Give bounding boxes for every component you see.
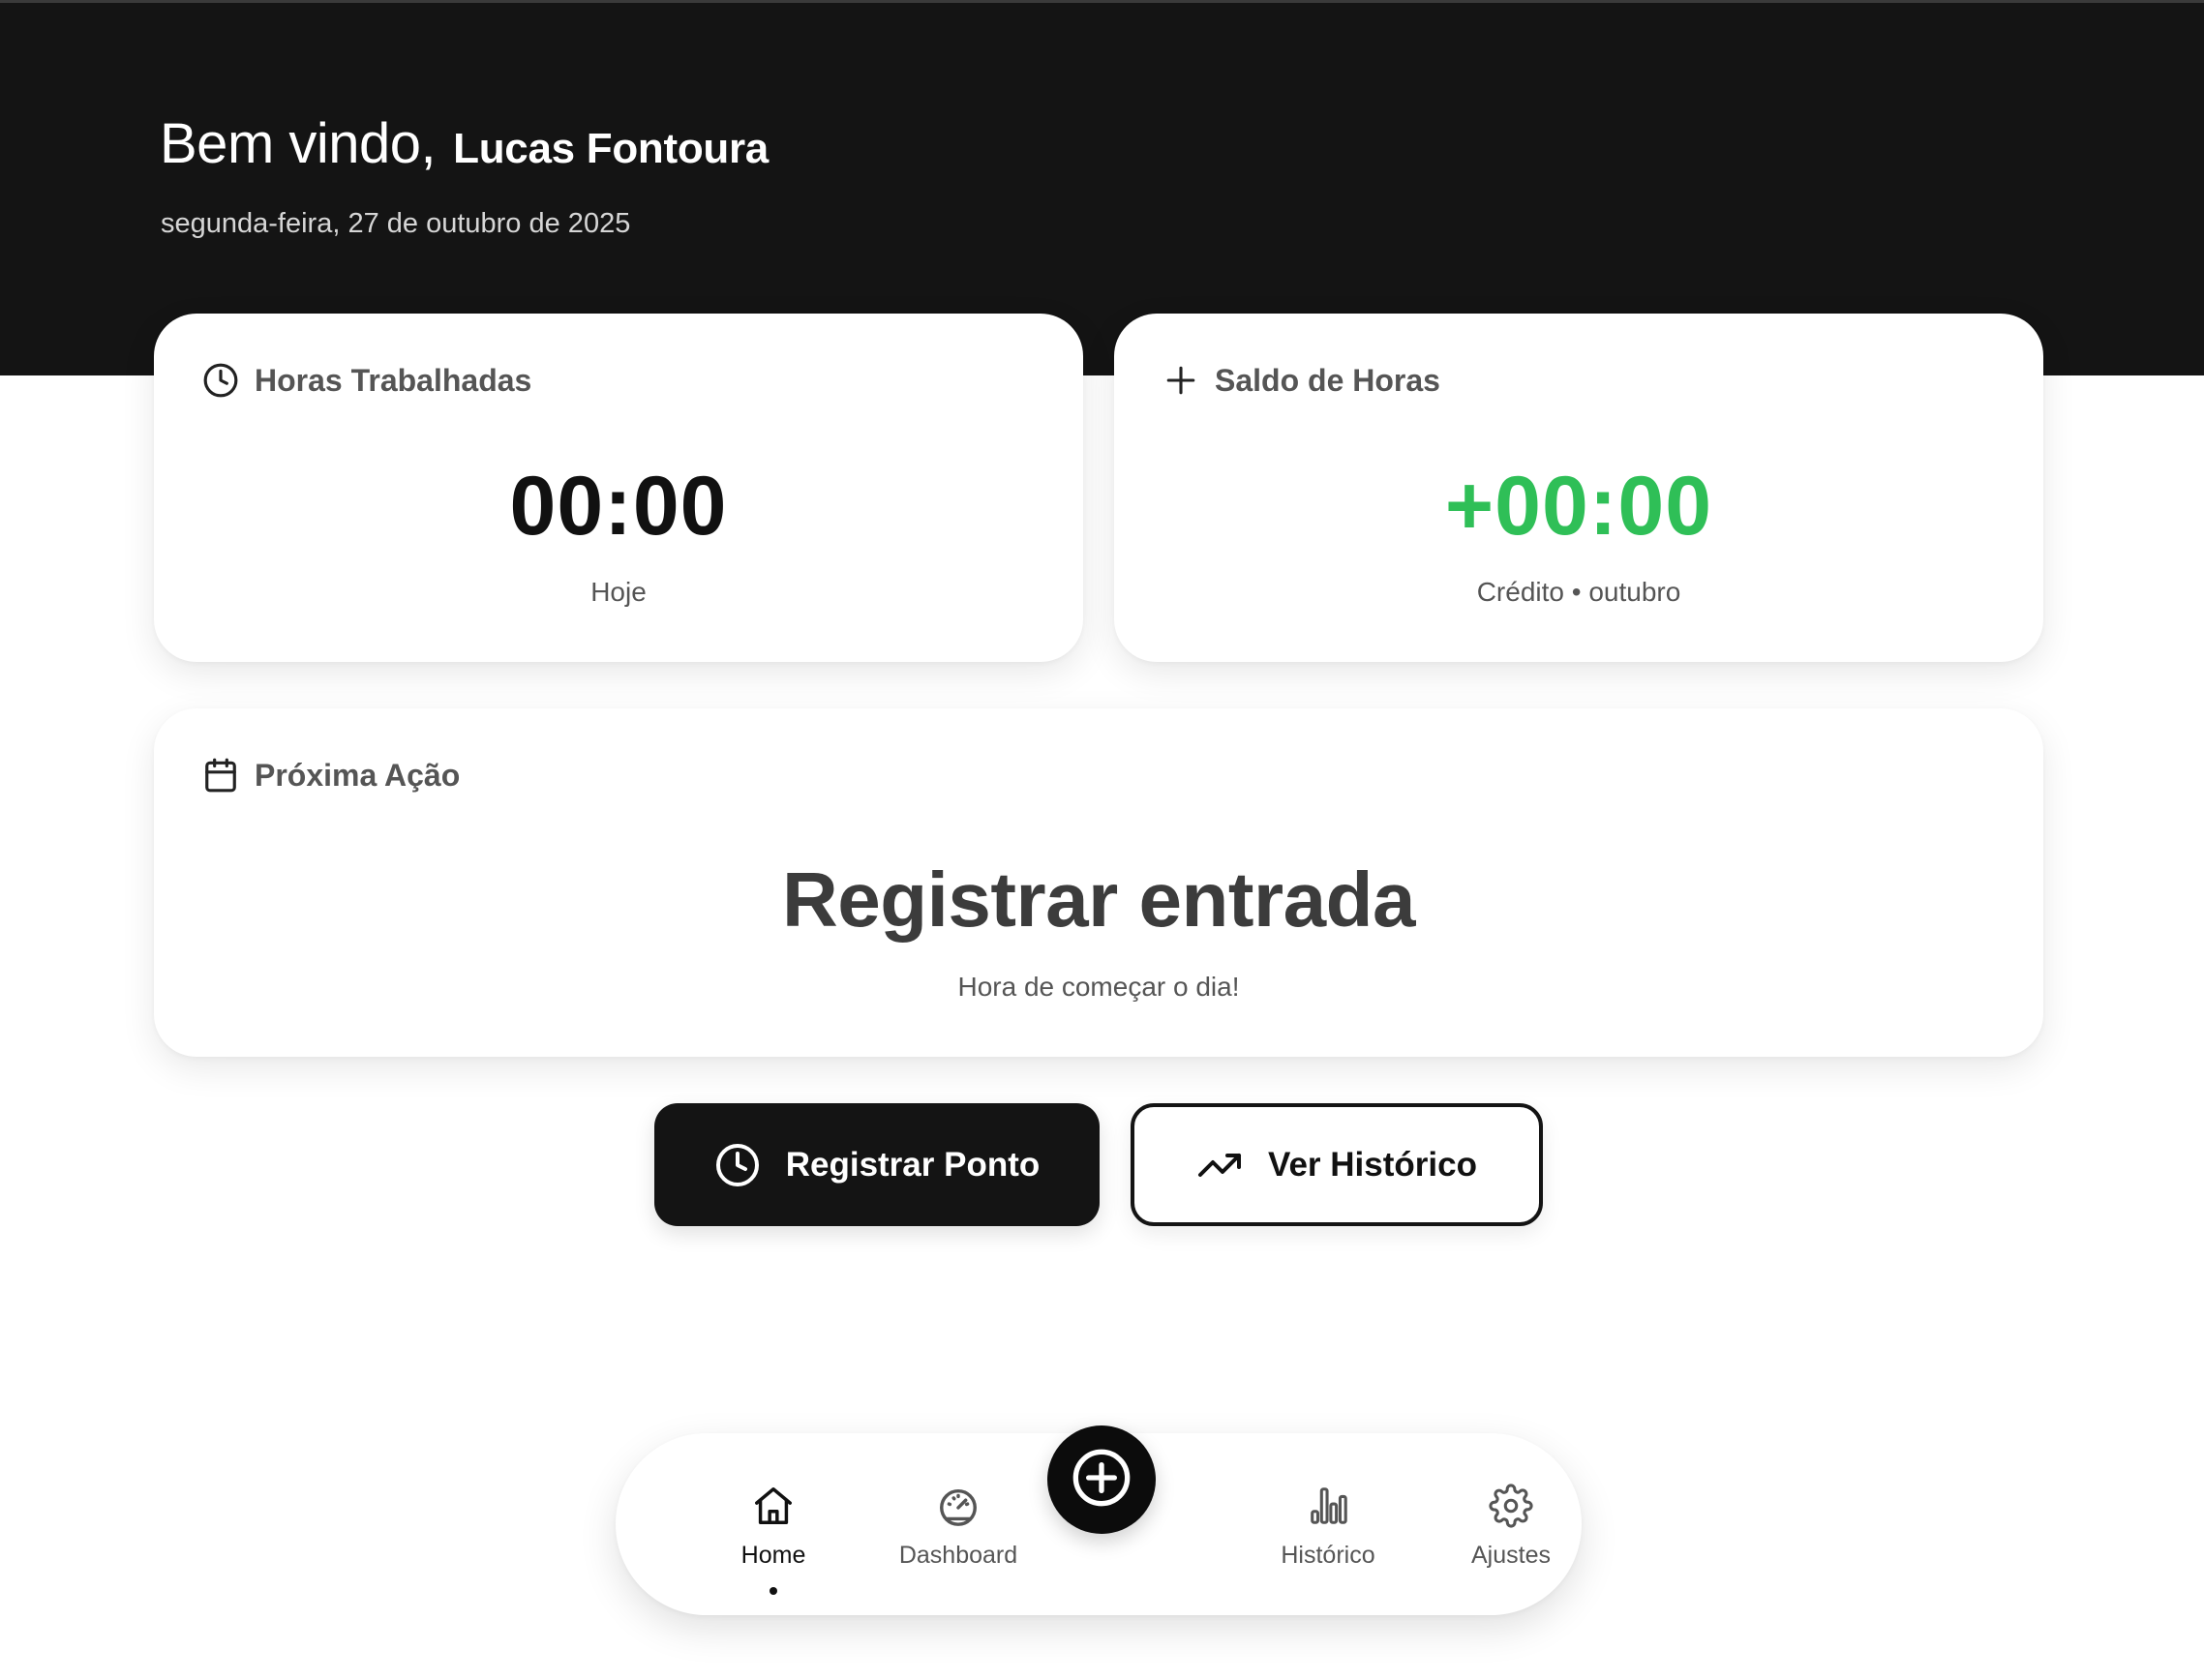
register-punch-label: Registrar Ponto <box>785 1145 1041 1184</box>
nav-item-home[interactable]: Home <box>691 1482 856 1595</box>
home-icon <box>749 1482 798 1530</box>
plus-icon <box>1162 362 1199 399</box>
next-action-title: Registrar entrada <box>782 856 1415 943</box>
hours-worked-value: 00:00 <box>509 460 728 553</box>
plus-circle-icon <box>1071 1447 1132 1514</box>
hours-balance-caption: Crédito • outubro <box>1476 577 1681 607</box>
add-punch-fab[interactable] <box>1047 1425 1156 1534</box>
nav-label: Ajustes <box>1471 1542 1551 1569</box>
nav-label: Home <box>740 1542 806 1569</box>
current-date: segunda-feira, 27 de outubro de 2025 <box>161 208 631 239</box>
clock-icon <box>714 1142 761 1188</box>
view-history-button[interactable]: Ver Histórico <box>1131 1103 1543 1226</box>
calendar-icon <box>202 757 239 794</box>
nav-item-settings[interactable]: Ajustes <box>1429 1482 1593 1570</box>
gear-icon <box>1487 1482 1535 1530</box>
card-title: Próxima Ação <box>255 757 461 793</box>
active-indicator <box>770 1587 777 1595</box>
nav-label: Dashboard <box>898 1542 1018 1569</box>
next-action-message: Hora de começar o dia! <box>957 972 1240 1002</box>
greeting-text: Bem vindo, <box>160 112 437 175</box>
register-punch-button[interactable]: Registrar Ponto <box>654 1103 1100 1226</box>
home-screen: Bem vindo, Lucas Fontoura segunda-feira,… <box>0 0 2204 1680</box>
hours-balance-value: +00:00 <box>1444 460 1713 553</box>
hours-worked-caption: Hoje <box>590 577 647 607</box>
card-title: Horas Trabalhadas <box>255 362 532 398</box>
hours-worked-card: Horas Trabalhadas 00:00 Hoje <box>154 314 1083 662</box>
bar-chart-icon <box>1304 1482 1352 1530</box>
hours-balance-card: Saldo de Horas +00:00 Crédito • outubro <box>1114 314 2043 662</box>
card-header: Saldo de Horas <box>1162 362 1440 399</box>
view-history-label: Ver Histórico <box>1268 1145 1477 1184</box>
user-name: Lucas Fontoura <box>453 125 769 172</box>
nav-item-history[interactable]: Histórico <box>1246 1482 1410 1570</box>
clock-icon <box>202 362 239 399</box>
greeting: Bem vindo, Lucas Fontoura <box>160 111 769 176</box>
card-title: Saldo de Horas <box>1215 362 1440 398</box>
nav-item-dashboard[interactable]: Dashboard <box>876 1482 1041 1570</box>
nav-label: Histórico <box>1281 1542 1375 1569</box>
card-header: Próxima Ação <box>202 757 460 794</box>
card-header: Horas Trabalhadas <box>202 362 531 399</box>
trending-up-icon <box>1196 1142 1243 1188</box>
next-action-card: Próxima Ação Registrar entrada Hora de c… <box>154 708 2043 1057</box>
gauge-icon <box>934 1482 982 1530</box>
